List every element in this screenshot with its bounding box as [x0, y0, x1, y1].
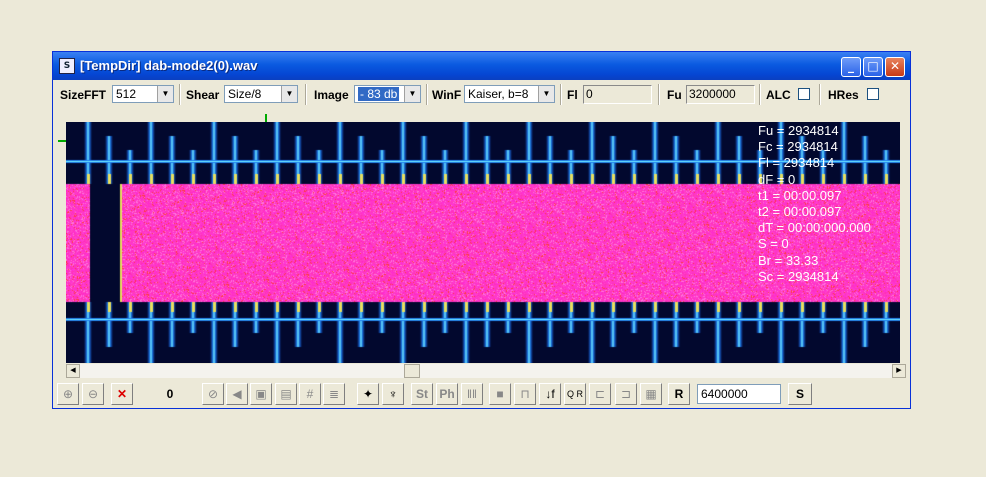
toolbar-divider — [305, 84, 307, 105]
fl-field[interactable]: 0 — [583, 85, 652, 104]
sizefft-select[interactable]: 512 ▼ — [112, 85, 174, 103]
block-icon[interactable]: ■ — [489, 383, 511, 405]
cursor-readout: Fu = 2934814 Fc = 2934814 Fl = 2934814 d… — [758, 123, 898, 285]
settings-toolbar: SizeFFT 512 ▼ Shear Size/8 ▼ Image - 83 … — [56, 82, 907, 108]
hres-label: HRes — [828, 88, 859, 102]
window-function-select[interactable]: Kaiser, b=8 ▼ — [464, 85, 555, 103]
gate-icon[interactable]: ⊐ — [615, 383, 637, 405]
shear-label: Shear — [186, 88, 220, 102]
waterfall-icon[interactable]: ≣ — [323, 383, 345, 405]
sizefft-value: 512 — [116, 87, 137, 101]
hres-checkbox[interactable] — [867, 88, 879, 100]
title-bar[interactable]: S [TempDir] dab-mode2(0).wav _ □ ✕ — [53, 52, 910, 80]
pulse-icon[interactable]: ⊓ — [514, 383, 536, 405]
readout-fl: Fl = 2934814 — [758, 155, 835, 171]
ph-button[interactable]: Ph — [436, 383, 458, 405]
readout-s: S = 0 — [758, 236, 789, 252]
alc-label: ALC — [766, 88, 791, 102]
scroll-left-icon[interactable]: ◀ — [66, 364, 80, 378]
toolbar-divider — [658, 84, 660, 105]
chevron-down-icon[interactable]: ▼ — [538, 86, 554, 102]
horizontal-scrollbar[interactable]: ◀ ▶ — [66, 364, 906, 378]
fu-label: Fu — [667, 88, 682, 102]
qr-button[interactable]: Q R — [564, 383, 586, 405]
chevron-down-icon[interactable]: ▼ — [281, 86, 297, 102]
scroll-right-icon[interactable]: ▶ — [892, 364, 906, 378]
zoom-out-icon[interactable]: ⊖ — [82, 383, 104, 405]
save-image-icon[interactable]: ▦ — [640, 383, 662, 405]
grid-chart-icon[interactable]: ▤ — [275, 383, 297, 405]
window-function-value: Kaiser, b=8 — [468, 87, 529, 101]
readout-fu: Fu = 2934814 — [758, 123, 839, 138]
readout-fc: Fc = 2934814 — [758, 139, 838, 155]
sizefft-label: SizeFFT — [60, 88, 107, 102]
readout-dt: dT = 00:00:000.000 — [758, 220, 871, 236]
chevron-down-icon[interactable]: ▼ — [157, 86, 173, 102]
toolbar-divider — [426, 84, 428, 105]
readout-sc: Sc = 2934814 — [758, 268, 839, 284]
time-marker[interactable] — [265, 114, 267, 122]
image-level-value: - 83 db — [358, 87, 400, 101]
readout-t1: t1 = 00:00.097 — [758, 187, 842, 203]
clear-icon[interactable]: ✕ — [111, 383, 133, 405]
stop-icon[interactable]: ⊘ — [202, 383, 224, 405]
fl-label: Fl — [567, 88, 578, 102]
shear-value: Size/8 — [228, 87, 262, 101]
frequency-input[interactable]: 6400000 — [697, 384, 781, 404]
spectrum-app-icon[interactable]: S — [59, 58, 75, 74]
close-button[interactable]: ✕ — [885, 57, 905, 77]
frequency-marker[interactable] — [58, 140, 66, 142]
scroll-thumb[interactable] — [404, 364, 420, 378]
chevron-down-icon[interactable]: ▼ — [404, 86, 420, 102]
toolbar-divider — [759, 84, 761, 105]
spectrogram-area[interactable]: Fu = 2934814 Fc = 2934814 Fl = 2934814 d… — [58, 114, 900, 363]
minimize-button[interactable]: _ — [841, 57, 861, 77]
frame-icon[interactable]: ▣ — [250, 383, 272, 405]
readout-t2: t2 = 00:00.097 — [758, 204, 842, 220]
readout-br: Br = 33.33 — [758, 252, 819, 268]
multi-marker-icon[interactable]: ♆ — [382, 383, 404, 405]
maximize-button[interactable]: □ — [863, 57, 883, 77]
alc-checkbox[interactable] — [798, 88, 810, 100]
marker-down-icon[interactable]: ✦ — [357, 383, 379, 405]
spectrogram-window: S [TempDir] dab-mode2(0).wav _ □ ✕ SizeF… — [52, 51, 911, 409]
window-title: [TempDir] dab-mode2(0).wav — [80, 58, 258, 73]
toolbar-divider — [819, 84, 821, 105]
counter-value: 0 — [166, 387, 174, 401]
readout-df: dF = 0 — [758, 171, 796, 187]
step-icon[interactable]: ⊏ — [589, 383, 611, 405]
shear-select[interactable]: Size/8 ▼ — [224, 85, 298, 103]
tune-icon[interactable]: ↓f — [539, 383, 561, 405]
r-button[interactable]: R — [668, 383, 690, 405]
toolbar-divider — [179, 84, 181, 105]
fu-field[interactable]: 3200000 — [686, 85, 755, 104]
image-level-select[interactable]: - 83 db ▼ — [354, 85, 421, 103]
image-label: Image — [314, 88, 349, 102]
comb-icon[interactable]: ‖‖ — [461, 383, 483, 405]
st-button[interactable]: St — [411, 383, 433, 405]
s-button[interactable]: S — [788, 383, 812, 405]
hash-icon[interactable]: # — [299, 383, 321, 405]
zoom-in-icon[interactable]: ⊕ — [57, 383, 79, 405]
toolbar-divider — [560, 84, 562, 105]
speaker-icon[interactable]: ◀ — [226, 383, 248, 405]
bottom-toolbar: ⊕ ⊖ ✕ 0 ⊘ ◀ ▣ ▤ # ≣ ✦ ♆ St Ph ‖‖ ■ ⊓ ↓f … — [56, 382, 907, 406]
winf-label: WinF — [432, 88, 462, 102]
